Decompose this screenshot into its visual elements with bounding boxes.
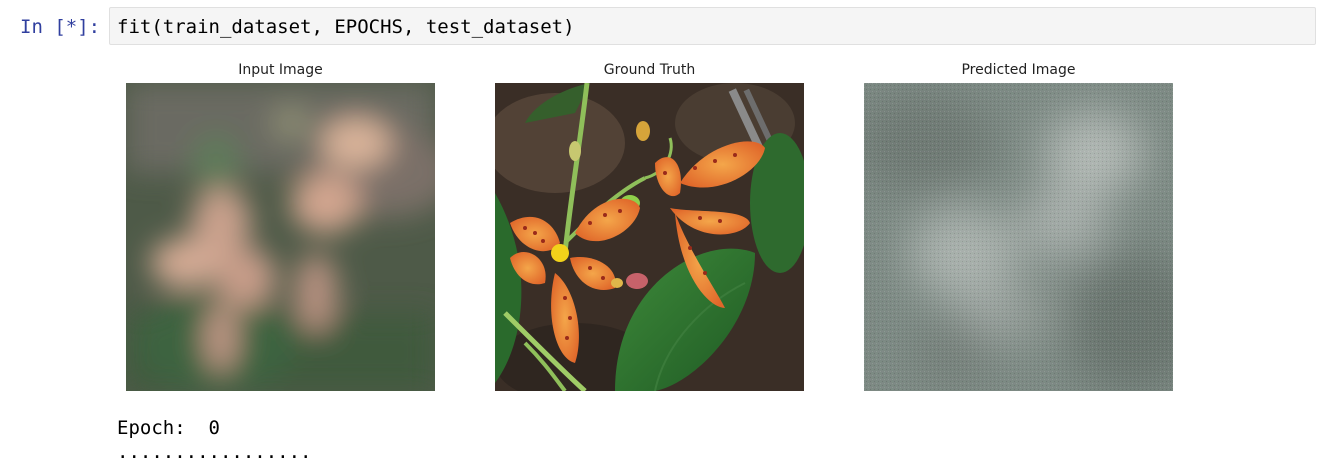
input-image-title: Input Image	[238, 62, 323, 78]
code-text: fit(train_dataset, EPOCHS, test_dataset)	[117, 16, 575, 38]
code-cell-input[interactable]: fit(train_dataset, EPOCHS, test_dataset)	[109, 7, 1316, 45]
ground-truth-image	[495, 83, 804, 391]
epoch-line: Epoch: 0	[117, 417, 220, 439]
predicted-image-title: Predicted Image	[961, 62, 1076, 78]
cell-prompt: In [*]:	[20, 16, 101, 38]
progress-dots: .................	[117, 441, 312, 463]
predicted-image	[864, 83, 1173, 391]
ground-truth-title: Ground Truth	[603, 62, 696, 78]
input-image	[126, 83, 435, 391]
